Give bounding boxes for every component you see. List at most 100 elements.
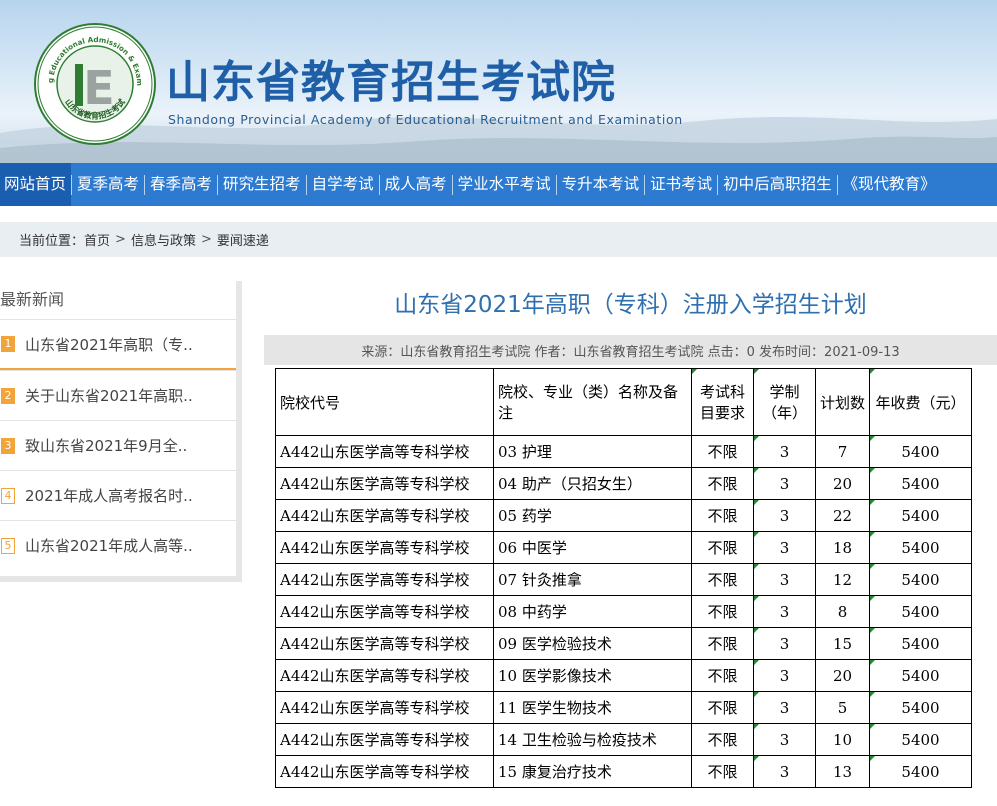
school-code-cell: A442山东医学高等专科学校 bbox=[275, 499, 494, 532]
column-header-school-code: 院校代号 bbox=[275, 368, 494, 436]
nav-item-vocational-admission[interactable]: 初中后高职招生 bbox=[718, 163, 837, 206]
school-code-cell: A442山东医学高等专科学校 bbox=[275, 435, 494, 468]
breadcrumb-separator: > bbox=[115, 232, 126, 247]
nav-item-proficiency-exam[interactable]: 学业水平考试 bbox=[453, 163, 556, 206]
news-item-title[interactable]: 2021年成人高考报名时.. bbox=[25, 485, 193, 506]
site-logo[interactable]: Shandong Educational Admission & Examina… bbox=[30, 15, 157, 146]
nav-item-summer-exam[interactable]: 夏季高考 bbox=[72, 163, 144, 206]
news-item-title[interactable]: 关于山东省2021年高职.. bbox=[25, 385, 193, 406]
sidebar-news-item[interactable]: 2 关于山东省2021年高职.. bbox=[0, 370, 236, 420]
nav-item-self-study-exam[interactable]: 自学考试 bbox=[307, 163, 379, 206]
plan-count-cell: 22 bbox=[815, 499, 870, 532]
major-name-cell: 14 卫生检验与检疫技术 bbox=[493, 723, 692, 756]
plan-count-cell: 10 bbox=[815, 723, 870, 756]
site-header: Shandong Educational Admission & Examina… bbox=[0, 0, 997, 163]
table-body: A442山东医学高等专科学校 03 护理 不限 3 7 5400 A442山东医学高等专科学… bbox=[275, 435, 972, 788]
duration-cell: 3 bbox=[753, 595, 816, 628]
sidebar-news-item[interactable]: 3 致山东省2021年9月全.. bbox=[0, 420, 236, 470]
major-name-cell: 07 针灸推拿 bbox=[493, 563, 692, 596]
column-header-duration: 学制（年） bbox=[753, 368, 816, 436]
exam-subjects-cell: 不限 bbox=[691, 531, 754, 564]
plan-count-cell: 18 bbox=[815, 531, 870, 564]
nav-separator bbox=[217, 174, 219, 195]
table-row: A442山东医学高等专科学校 15 康复治疗技术 不限 3 13 5400 bbox=[275, 755, 972, 788]
table-row: A442山东医学高等专科学校 14 卫生检验与检疫技术 不限 3 10 5400 bbox=[275, 723, 972, 756]
school-code-cell: A442山东医学高等专科学校 bbox=[275, 531, 494, 564]
exam-subjects-cell: 不限 bbox=[691, 755, 754, 788]
breadcrumb-link-policy[interactable]: 信息与政策 bbox=[131, 230, 196, 249]
column-header-tuition: 年收费（元） bbox=[869, 368, 972, 436]
tuition-cell: 5400 bbox=[869, 467, 972, 500]
duration-cell: 3 bbox=[753, 691, 816, 724]
school-code-cell: A442山东医学高等专科学校 bbox=[275, 563, 494, 596]
exam-subjects-cell: 不限 bbox=[691, 467, 754, 500]
exam-subjects-cell: 不限 bbox=[691, 691, 754, 724]
tuition-cell: 5400 bbox=[869, 531, 972, 564]
breadcrumb-link-home[interactable]: 首页 bbox=[84, 230, 110, 249]
school-code-cell: A442山东医学高等专科学校 bbox=[275, 627, 494, 660]
nav-item-upgrade-exam[interactable]: 专升本考试 bbox=[557, 163, 645, 206]
major-name-cell: 10 医学影像技术 bbox=[493, 659, 692, 692]
main-nav: 网站首页 夏季高考 春季高考 研究生招考 自学考试 成人高考 学业水平考试 专升… bbox=[0, 163, 997, 206]
sidebar-news-item[interactable]: 4 2021年成人高考报名时.. bbox=[0, 470, 236, 520]
duration-cell: 3 bbox=[753, 659, 816, 692]
school-code-cell: A442山东医学高等专科学校 bbox=[275, 755, 494, 788]
tuition-cell: 5400 bbox=[869, 659, 972, 692]
major-name-cell: 15 康复治疗技术 bbox=[493, 755, 692, 788]
nav-separator bbox=[144, 174, 146, 195]
plan-count-cell: 12 bbox=[815, 563, 870, 596]
duration-cell: 3 bbox=[753, 563, 816, 596]
news-number-badge: 2 bbox=[1, 387, 15, 404]
school-code-cell: A442山东医学高等专科学校 bbox=[275, 723, 494, 756]
exam-subjects-cell: 不限 bbox=[691, 723, 754, 756]
tuition-cell: 5400 bbox=[869, 691, 972, 724]
major-name-cell: 09 医学检验技术 bbox=[493, 627, 692, 660]
plan-count-cell: 13 bbox=[815, 755, 870, 788]
column-header-plan-count: 计划数 bbox=[815, 368, 870, 436]
sidebar-title: 最新新闻 bbox=[0, 290, 65, 309]
breadcrumb-link-news[interactable]: 要闻速递 bbox=[217, 230, 269, 249]
duration-cell: 3 bbox=[753, 755, 816, 788]
column-header-major-name: 院校、专业（类）名称及备注 bbox=[493, 368, 692, 436]
table-row: A442山东医学高等专科学校 09 医学检验技术 不限 3 15 5400 bbox=[275, 627, 972, 660]
table-header-row: 院校代号 院校、专业（类）名称及备注 考试科目要求 学制（年） 计划数 年收费（… bbox=[275, 368, 972, 436]
exam-subjects-cell: 不限 bbox=[691, 595, 754, 628]
nav-item-spring-exam[interactable]: 春季高考 bbox=[145, 163, 217, 206]
duration-cell: 3 bbox=[753, 627, 816, 660]
news-item-title[interactable]: 山东省2021年成人高等.. bbox=[25, 535, 193, 556]
nav-item-certificate-exam[interactable]: 证书考试 bbox=[645, 163, 717, 206]
school-code-cell: A442山东医学高等专科学校 bbox=[275, 595, 494, 628]
exam-subjects-cell: 不限 bbox=[691, 563, 754, 596]
school-code-cell: A442山东医学高等专科学校 bbox=[275, 467, 494, 500]
major-name-cell: 05 药学 bbox=[493, 499, 692, 532]
news-item-title[interactable]: 山东省2021年高职（专.. bbox=[25, 334, 193, 355]
sidebar-news-item[interactable]: 1 山东省2021年高职（专.. bbox=[0, 319, 236, 370]
news-item-title[interactable]: 致山东省2021年9月全.. bbox=[25, 435, 187, 456]
sidebar-news-item[interactable]: 5 山东省2021年成人高等.. bbox=[0, 520, 236, 570]
table-row: A442山东医学高等专科学校 06 中医学 不限 3 18 5400 bbox=[275, 531, 972, 564]
plan-count-cell: 20 bbox=[815, 467, 870, 500]
logo-emblem-icon: Shandong Educational Admission & Examina… bbox=[30, 15, 156, 145]
plan-count-cell: 20 bbox=[815, 659, 870, 692]
nav-separator bbox=[644, 174, 646, 195]
tuition-cell: 5400 bbox=[869, 435, 972, 468]
nav-item-graduate-exam[interactable]: 研究生招考 bbox=[218, 163, 306, 206]
major-name-cell: 06 中医学 bbox=[493, 531, 692, 564]
duration-cell: 3 bbox=[753, 723, 816, 756]
nav-separator bbox=[378, 174, 380, 195]
nav-item-home[interactable]: 网站首页 bbox=[0, 163, 72, 206]
major-name-cell: 04 助产（只招女生） bbox=[493, 467, 692, 500]
tuition-cell: 5400 bbox=[869, 627, 972, 660]
table-row: A442山东医学高等专科学校 04 助产（只招女生） 不限 3 20 5400 bbox=[275, 467, 972, 500]
breadcrumb: 当前位置： 首页 > 信息与政策 > 要闻速递 bbox=[0, 222, 997, 257]
table-row: A442山东医学高等专科学校 03 护理 不限 3 7 5400 bbox=[275, 435, 972, 468]
plan-count-cell: 15 bbox=[815, 627, 870, 660]
tuition-cell: 5400 bbox=[869, 499, 972, 532]
nav-item-adult-exam[interactable]: 成人高考 bbox=[380, 163, 452, 206]
nav-item-modern-education[interactable]: 《现代教育》 bbox=[838, 163, 941, 206]
news-number-badge: 5 bbox=[1, 537, 15, 554]
major-name-cell: 11 医学生物技术 bbox=[493, 691, 692, 724]
table-row: A442山东医学高等专科学校 11 医学生物技术 不限 3 5 5400 bbox=[275, 691, 972, 724]
exam-subjects-cell: 不限 bbox=[691, 627, 754, 660]
site-title: 山东省教育招生考试院 bbox=[166, 57, 616, 108]
